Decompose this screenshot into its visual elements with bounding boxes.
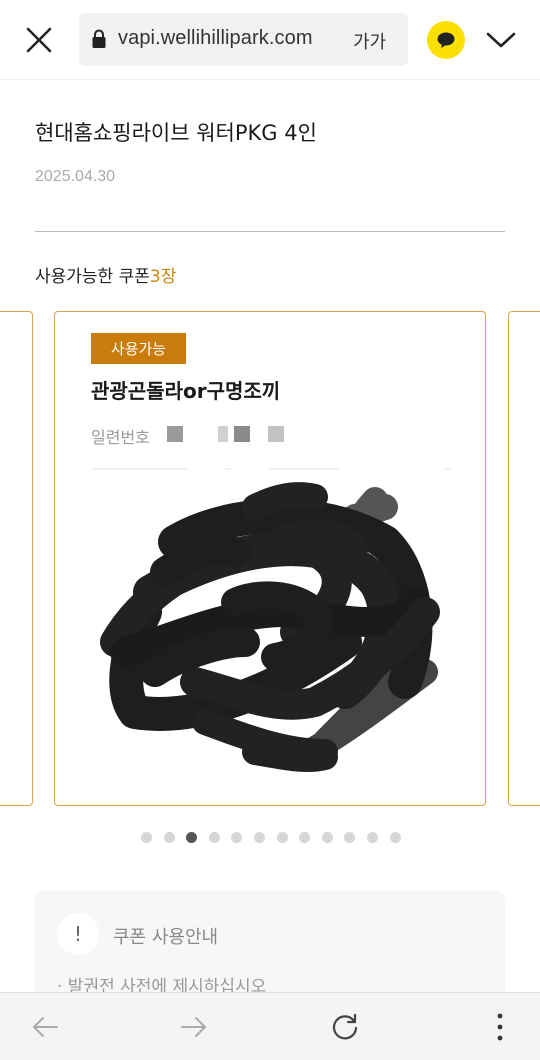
pagination-dot[interactable]	[321, 832, 333, 843]
more-options-button[interactable]	[476, 1003, 524, 1051]
available-coupons-heading: 사용가능한 쿠폰3장	[35, 262, 176, 287]
redacted-barcode-scribble	[100, 482, 440, 773]
address-bar[interactable]: vapi.wellihillipark.com 가가	[79, 13, 408, 66]
coupon-card-previous[interactable]	[0, 311, 33, 806]
reload-icon	[332, 1013, 358, 1040]
pagination-dot[interactable]	[299, 832, 311, 843]
forward-button[interactable]	[170, 1003, 218, 1051]
pagination-dot[interactable]	[389, 832, 401, 843]
pagination-dot[interactable]	[208, 832, 220, 843]
available-coupons-label: 사용가능한 쿠폰	[35, 267, 150, 287]
font-size-button[interactable]: 가가	[353, 28, 386, 54]
url-text: vapi.wellihillipark.com	[118, 27, 313, 49]
divider	[35, 231, 505, 232]
browser-toolbar: vapi.wellihillipark.com 가가	[0, 0, 540, 80]
forward-arrow-icon	[181, 1017, 206, 1037]
more-vertical-icon	[497, 1013, 503, 1041]
guide-title: 쿠폰 사용안내	[113, 927, 219, 948]
kakao-share-button[interactable]	[427, 21, 465, 59]
pagination-dot[interactable]	[141, 832, 152, 843]
pagination-dot[interactable]	[163, 832, 175, 843]
reload-button[interactable]	[321, 1003, 369, 1051]
available-coupons-count: 3장	[149, 267, 177, 287]
exclamation-icon: !	[57, 913, 99, 955]
package-date: 2025.04.30	[35, 168, 116, 185]
carousel-pagination	[0, 832, 540, 844]
back-button[interactable]	[21, 1003, 69, 1051]
coupon-card[interactable]: 사용가능 관광곤돌라or구명조끼 일련번호	[54, 311, 486, 806]
menu-expand-button[interactable]	[482, 22, 520, 58]
coupon-card-next[interactable]	[508, 311, 540, 806]
pagination-dot[interactable]	[276, 832, 288, 843]
pagination-dot[interactable]	[344, 832, 356, 843]
browser-bottom-nav	[0, 992, 540, 1060]
pagination-dot[interactable]	[254, 832, 265, 843]
chat-bubble-icon	[437, 32, 455, 48]
chevron-down-icon	[486, 32, 516, 48]
close-button[interactable]	[14, 16, 64, 64]
lock-icon	[92, 29, 106, 48]
page-title: 현대홈쇼핑라이브 워터PKG 4인	[35, 121, 317, 145]
close-icon	[26, 27, 52, 53]
pagination-dot[interactable]	[186, 832, 198, 843]
back-arrow-icon	[33, 1017, 58, 1037]
pagination-dot[interactable]	[367, 832, 378, 843]
pagination-dot[interactable]	[231, 832, 243, 843]
